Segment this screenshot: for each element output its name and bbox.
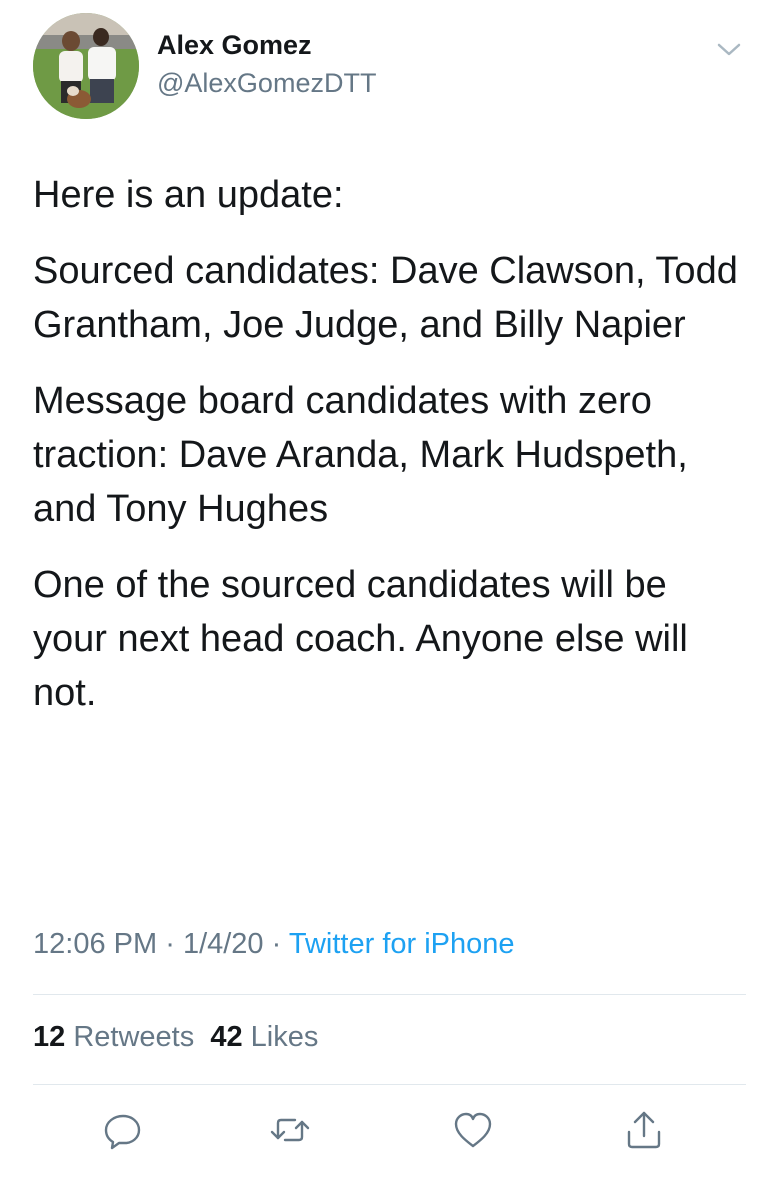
- meta-separator: ·: [165, 928, 175, 960]
- tweet-date[interactable]: 1/4/20: [183, 928, 264, 960]
- likes-label: Likes: [250, 1021, 319, 1053]
- tweet-time[interactable]: 12:06 PM: [33, 928, 157, 960]
- heart-icon[interactable]: [451, 1108, 495, 1152]
- avatar[interactable]: [33, 13, 139, 119]
- display-name[interactable]: Alex Gomez: [157, 30, 312, 61]
- reply-icon[interactable]: [101, 1108, 145, 1152]
- tweet-paragraph: Message board candidates with zero tract…: [33, 380, 688, 530]
- avatar-photo: [33, 13, 139, 119]
- user-handle[interactable]: @AlexGomezDTT: [157, 68, 376, 99]
- likes-stat[interactable]: 42 Likes: [210, 1021, 318, 1053]
- tweet-paragraph: Sourced candidates: Dave Clawson, Todd G…: [33, 250, 738, 346]
- retweets-label: Retweets: [73, 1021, 195, 1053]
- tweet-stats: 12 Retweets 42 Likes: [33, 1021, 318, 1054]
- retweet-icon[interactable]: [268, 1108, 312, 1152]
- tweet-paragraph: Here is an update:: [33, 174, 344, 216]
- divider: [33, 994, 746, 995]
- retweets-count: 12: [33, 1021, 66, 1053]
- share-icon[interactable]: [622, 1108, 666, 1152]
- tweet-paragraph: One of the sourced candidates will be yo…: [33, 564, 688, 714]
- likes-count: 42: [210, 1021, 243, 1053]
- meta-separator: ·: [271, 928, 282, 960]
- chevron-down-icon[interactable]: [712, 35, 746, 63]
- tweet-card: Alex Gomez @AlexGomezDTT Here is an upda…: [0, 0, 772, 1200]
- tweet-meta: 12:06 PM · 1/4/20 · Twitter for iPhone: [33, 928, 515, 961]
- divider: [33, 1084, 746, 1085]
- tweet-source-link[interactable]: Twitter for iPhone: [289, 928, 515, 960]
- tweet-text: Here is an update: Sourced candidates: D…: [33, 168, 743, 742]
- retweets-stat[interactable]: 12 Retweets: [33, 1021, 194, 1053]
